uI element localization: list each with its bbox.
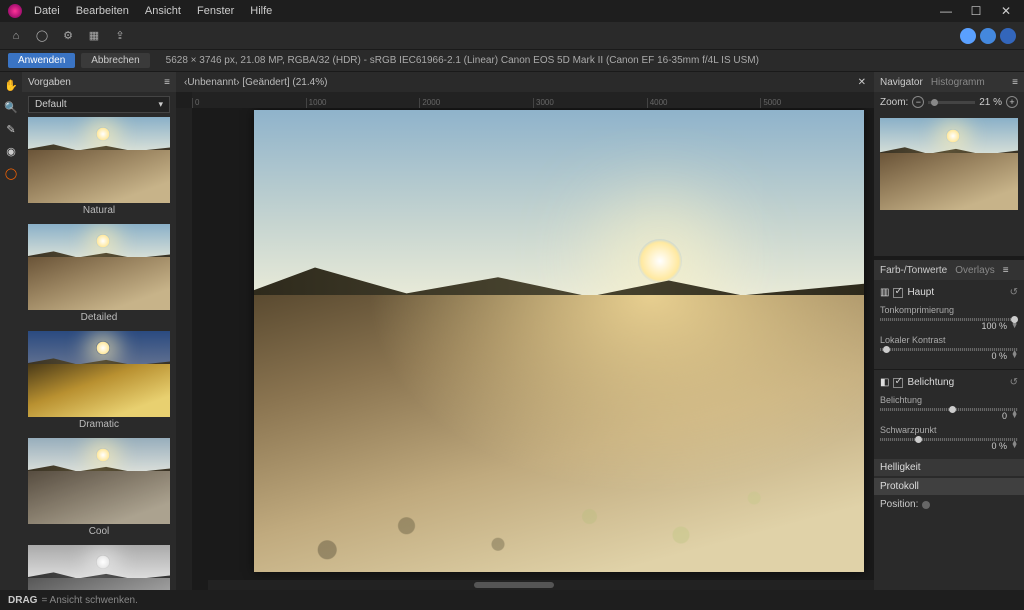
- zoom-label: Zoom:: [880, 97, 908, 108]
- panel-menu-icon[interactable]: ≡: [1012, 77, 1018, 88]
- protocol-tab[interactable]: Protokoll: [874, 478, 1024, 495]
- minimize-icon[interactable]: —: [936, 4, 956, 18]
- document-info: 5628 × 3746 px, 21.08 MP, RGBA/32 (HDR) …: [166, 55, 759, 66]
- menu-item[interactable]: Hilfe: [250, 5, 272, 17]
- zoom-in-button[interactable]: +: [1006, 96, 1018, 108]
- palette-icon: ▥: [880, 287, 889, 298]
- ruler-horizontal: 0 1000 2000 3000 4000 5000: [192, 92, 874, 108]
- blackpoint-slider[interactable]: Schwarzpunkt 0 %▲▼: [880, 425, 1018, 451]
- overlays-tab[interactable]: Overlays: [955, 265, 994, 276]
- window-controls: — ☐ ✕: [936, 4, 1016, 18]
- menu-item[interactable]: Bearbeiten: [76, 5, 129, 17]
- preset-item[interactable]: Detailed: [28, 224, 170, 325]
- preset-item[interactable]: [28, 545, 170, 590]
- preset-list: Natural Detailed Dramatic Cool: [22, 117, 176, 590]
- grid-icon[interactable]: ▦: [86, 28, 102, 44]
- menu-item[interactable]: Fenster: [197, 5, 234, 17]
- maximize-icon[interactable]: ☐: [966, 4, 986, 18]
- action-row: Anwenden Abbrechen 5628 × 3746 px, 21.08…: [0, 50, 1024, 72]
- main-image: [254, 110, 864, 572]
- zoom-out-button[interactable]: −: [912, 96, 924, 108]
- tone-compress-slider[interactable]: Tonkomprimierung 100 %▲▼: [880, 305, 1018, 331]
- canvas-area: ‹Unbenannt› [Geändert] (21.4%) ✕ 0 1000 …: [176, 72, 874, 590]
- position-indicator[interactable]: [922, 501, 930, 509]
- preset-category-dropdown[interactable]: Default: [28, 96, 170, 113]
- home-icon[interactable]: ⌂: [8, 28, 24, 44]
- zoom-tool-icon[interactable]: 🔍: [4, 100, 18, 114]
- local-contrast-slider[interactable]: Lokaler Kontrast 0 %▲▼: [880, 335, 1018, 361]
- toolbar: ⌂ ◯ ⚙ ▦ ⇪: [0, 22, 1024, 50]
- tab-close-icon[interactable]: ✕: [858, 77, 866, 88]
- zoom-slider[interactable]: [928, 101, 975, 104]
- menu-item[interactable]: Datei: [34, 5, 60, 17]
- apply-button[interactable]: Anwenden: [8, 53, 75, 68]
- preset-item[interactable]: Natural: [28, 117, 170, 218]
- horizontal-scrollbar[interactable]: [208, 580, 874, 590]
- cancel-button[interactable]: Abbrechen: [81, 53, 149, 68]
- tone-tab[interactable]: Farb-/Tonwerte: [880, 265, 947, 276]
- circle-tool-icon[interactable]: ◯: [34, 28, 50, 44]
- group-label: Belichtung: [907, 377, 954, 388]
- brush-tool-icon[interactable]: ✎: [4, 122, 18, 136]
- persona-icon[interactable]: [1000, 28, 1016, 44]
- exposure-icon: ◧: [880, 377, 889, 388]
- eyedropper-icon[interactable]: ◉: [4, 144, 18, 158]
- status-bar: DRAG = Ansicht schwenken.: [0, 590, 1024, 610]
- panel-menu-icon[interactable]: ≡: [1003, 265, 1009, 276]
- navigator-tab[interactable]: Navigator: [880, 77, 923, 88]
- gear-icon[interactable]: ⚙: [60, 28, 76, 44]
- histogram-tab[interactable]: Histogramm: [931, 77, 985, 88]
- app-logo: [8, 4, 22, 18]
- hand-tool-icon[interactable]: ✋: [4, 78, 18, 92]
- share-icon[interactable]: ⇪: [112, 28, 128, 44]
- preset-item[interactable]: Cool: [28, 438, 170, 539]
- reset-icon[interactable]: ↺: [1010, 377, 1018, 388]
- reset-icon[interactable]: ↺: [1010, 287, 1018, 298]
- exposure-slider[interactable]: Belichtung 0▲▼: [880, 395, 1018, 421]
- presets-tab[interactable]: Vorgaben: [28, 77, 71, 88]
- left-tool-strip: ✋ 🔍 ✎ ◉ ◯: [0, 72, 22, 590]
- close-icon[interactable]: ✕: [996, 4, 1016, 18]
- presets-panel: Vorgaben ≡ Default Natural Detailed Dram…: [22, 72, 176, 590]
- group-label: Haupt: [907, 287, 934, 298]
- overlay-tool-icon[interactable]: ◯: [4, 166, 18, 180]
- document-tab[interactable]: ‹Unbenannt› [Geändert] (21.4%): [184, 77, 327, 88]
- ruler-vertical: [176, 108, 192, 590]
- status-key: DRAG: [8, 595, 37, 606]
- menu-item[interactable]: Ansicht: [145, 5, 181, 17]
- zoom-value: 21 %: [979, 97, 1002, 108]
- persona-icon[interactable]: [960, 28, 976, 44]
- persona-icon[interactable]: [980, 28, 996, 44]
- navigator-thumbnail[interactable]: [880, 118, 1018, 210]
- main-menu: Datei Bearbeiten Ansicht Fenster Hilfe: [34, 5, 272, 17]
- image-viewport[interactable]: [192, 108, 874, 590]
- status-text: = Ansicht schwenken.: [41, 595, 137, 606]
- brightness-header[interactable]: Helligkeit: [874, 459, 1024, 476]
- right-panels: Navigator Histogramm ≡ Zoom: − 21 % + Fa…: [874, 72, 1024, 590]
- panel-menu-icon[interactable]: ≡: [164, 77, 170, 88]
- main-group-checkbox[interactable]: [893, 288, 903, 298]
- preset-item[interactable]: Dramatic: [28, 331, 170, 432]
- position-label: Position:: [880, 499, 918, 510]
- exposure-group-checkbox[interactable]: [893, 378, 903, 388]
- title-bar: Datei Bearbeiten Ansicht Fenster Hilfe —…: [0, 0, 1024, 22]
